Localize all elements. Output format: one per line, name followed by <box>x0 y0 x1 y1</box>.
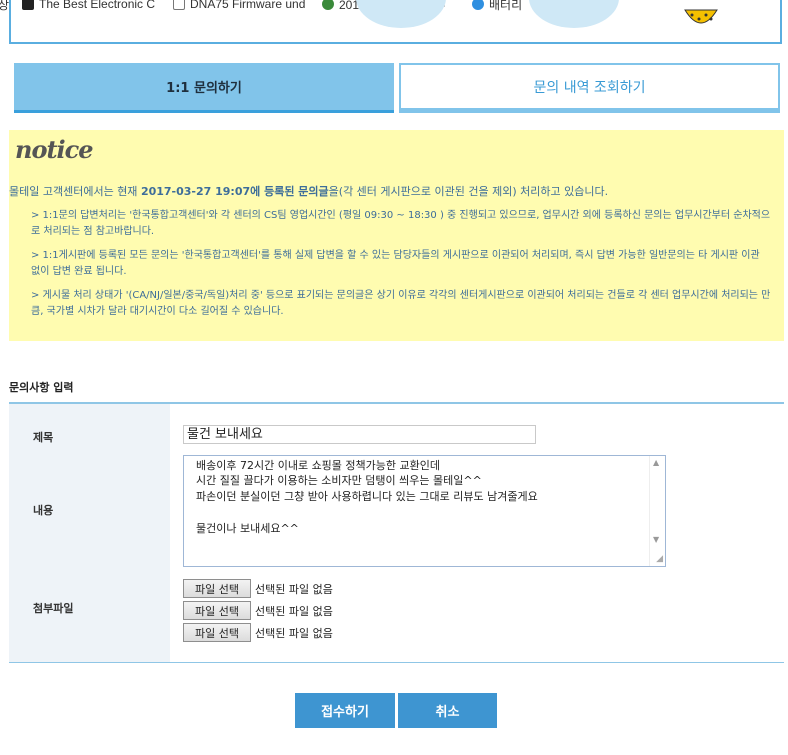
resize-grip-icon[interactable]: ◢ <box>656 554 663 564</box>
file-row: 파일 선택 선택된 파일 없음 <box>183 623 333 642</box>
top-banner <box>9 0 782 44</box>
file-select-button[interactable]: 파일 선택 <box>183 601 251 620</box>
notice-main-highlight: 2017-03-27 19:07에 등록된 문의글 <box>140 185 329 198</box>
file-select-button[interactable]: 파일 선택 <box>183 579 251 598</box>
file-status: 선택된 파일 없음 <box>255 582 333 596</box>
content-textarea[interactable]: 배송이후 72시간 이내로 쇼핑몰 정책가능한 교환인데 시간 질질 끌다가 이… <box>183 455 666 567</box>
file-status: 선택된 파일 없음 <box>255 604 333 618</box>
title-input[interactable]: 물건 보내세요 <box>183 425 536 444</box>
bookmark-label: 상 <box>0 0 10 12</box>
notice-main-prefix: 몰테일 고객센터에서는 현재 <box>9 185 141 198</box>
content-line: 배송이후 72시간 이내로 쇼핑몰 정책가능한 교환인데 <box>196 459 440 472</box>
form-divider-bottom <box>9 662 784 663</box>
file-row: 파일 선택 선택된 파일 없음 <box>183 579 333 598</box>
submit-button[interactable]: 접수하기 <box>295 693 395 728</box>
content-scrollbar[interactable]: ▲ ▼ <box>649 456 665 566</box>
tab-history[interactable]: 문의 내역 조회하기 <box>399 63 780 113</box>
notice-item: > 게시물 처리 상태가 '(CA/NJ/일본/중국/독일)처리 중' 등으로 … <box>31 290 771 317</box>
notice-box: notice 몰테일 고객센터에서는 현재 2017-03-27 19:07에 … <box>9 130 784 341</box>
title-label: 제목 <box>33 431 54 444</box>
scroll-down-icon[interactable]: ▼ <box>653 535 659 544</box>
notice-item: > 1:1게시판에 등록된 모든 문의는 '한국통합고객센터'를 통해 실제 답… <box>31 250 760 277</box>
file-status: 선택된 파일 없음 <box>255 626 333 640</box>
content-line: 물건이나 보내세요^^ <box>196 522 299 535</box>
file-row: 파일 선택 선택된 파일 없음 <box>183 601 333 620</box>
notice-item: > 1:1문의 답변처리는 '한국통합고객센터'와 각 센터의 CS팀 영업시간… <box>31 210 771 237</box>
tab-inquiry[interactable]: 1:1 문의하기 <box>14 63 394 113</box>
content-line: 파손이던 분실이던 그챵 받아 사용하렵니다 있는 그대로 리뷰도 남겨줄게요 <box>196 490 538 503</box>
content-label: 내용 <box>33 504 54 517</box>
file-select-button[interactable]: 파일 선택 <box>183 623 251 642</box>
notice-main-text: 몰테일 고객센터에서는 현재 2017-03-27 19:07에 등록된 문의글… <box>9 183 784 199</box>
banner-circle-left <box>356 0 446 28</box>
scroll-up-icon[interactable]: ▲ <box>653 458 659 467</box>
mascot-icon <box>684 9 718 24</box>
banner-circle-right <box>529 0 619 28</box>
attach-label: 첨부파일 <box>33 602 74 615</box>
notice-title: notice <box>15 135 94 164</box>
cancel-button[interactable]: 취소 <box>398 693 497 728</box>
bookmark-fragment[interactable]: 상 <box>0 0 9 12</box>
content-line: 시간 질질 끌다가 이용하는 소비자만 덤탱이 씌우는 몰테일^^ <box>196 474 482 487</box>
tab-inquiry-label: 1:1 문의하기 <box>166 81 242 96</box>
tab-history-label: 문의 내역 조회하기 <box>533 79 646 96</box>
form-heading: 문의사항 입력 <box>9 381 74 394</box>
notice-main-suffix: 을(각 센터 게시판으로 이관된 건을 제외) 처리하고 있습니다. <box>328 185 609 198</box>
